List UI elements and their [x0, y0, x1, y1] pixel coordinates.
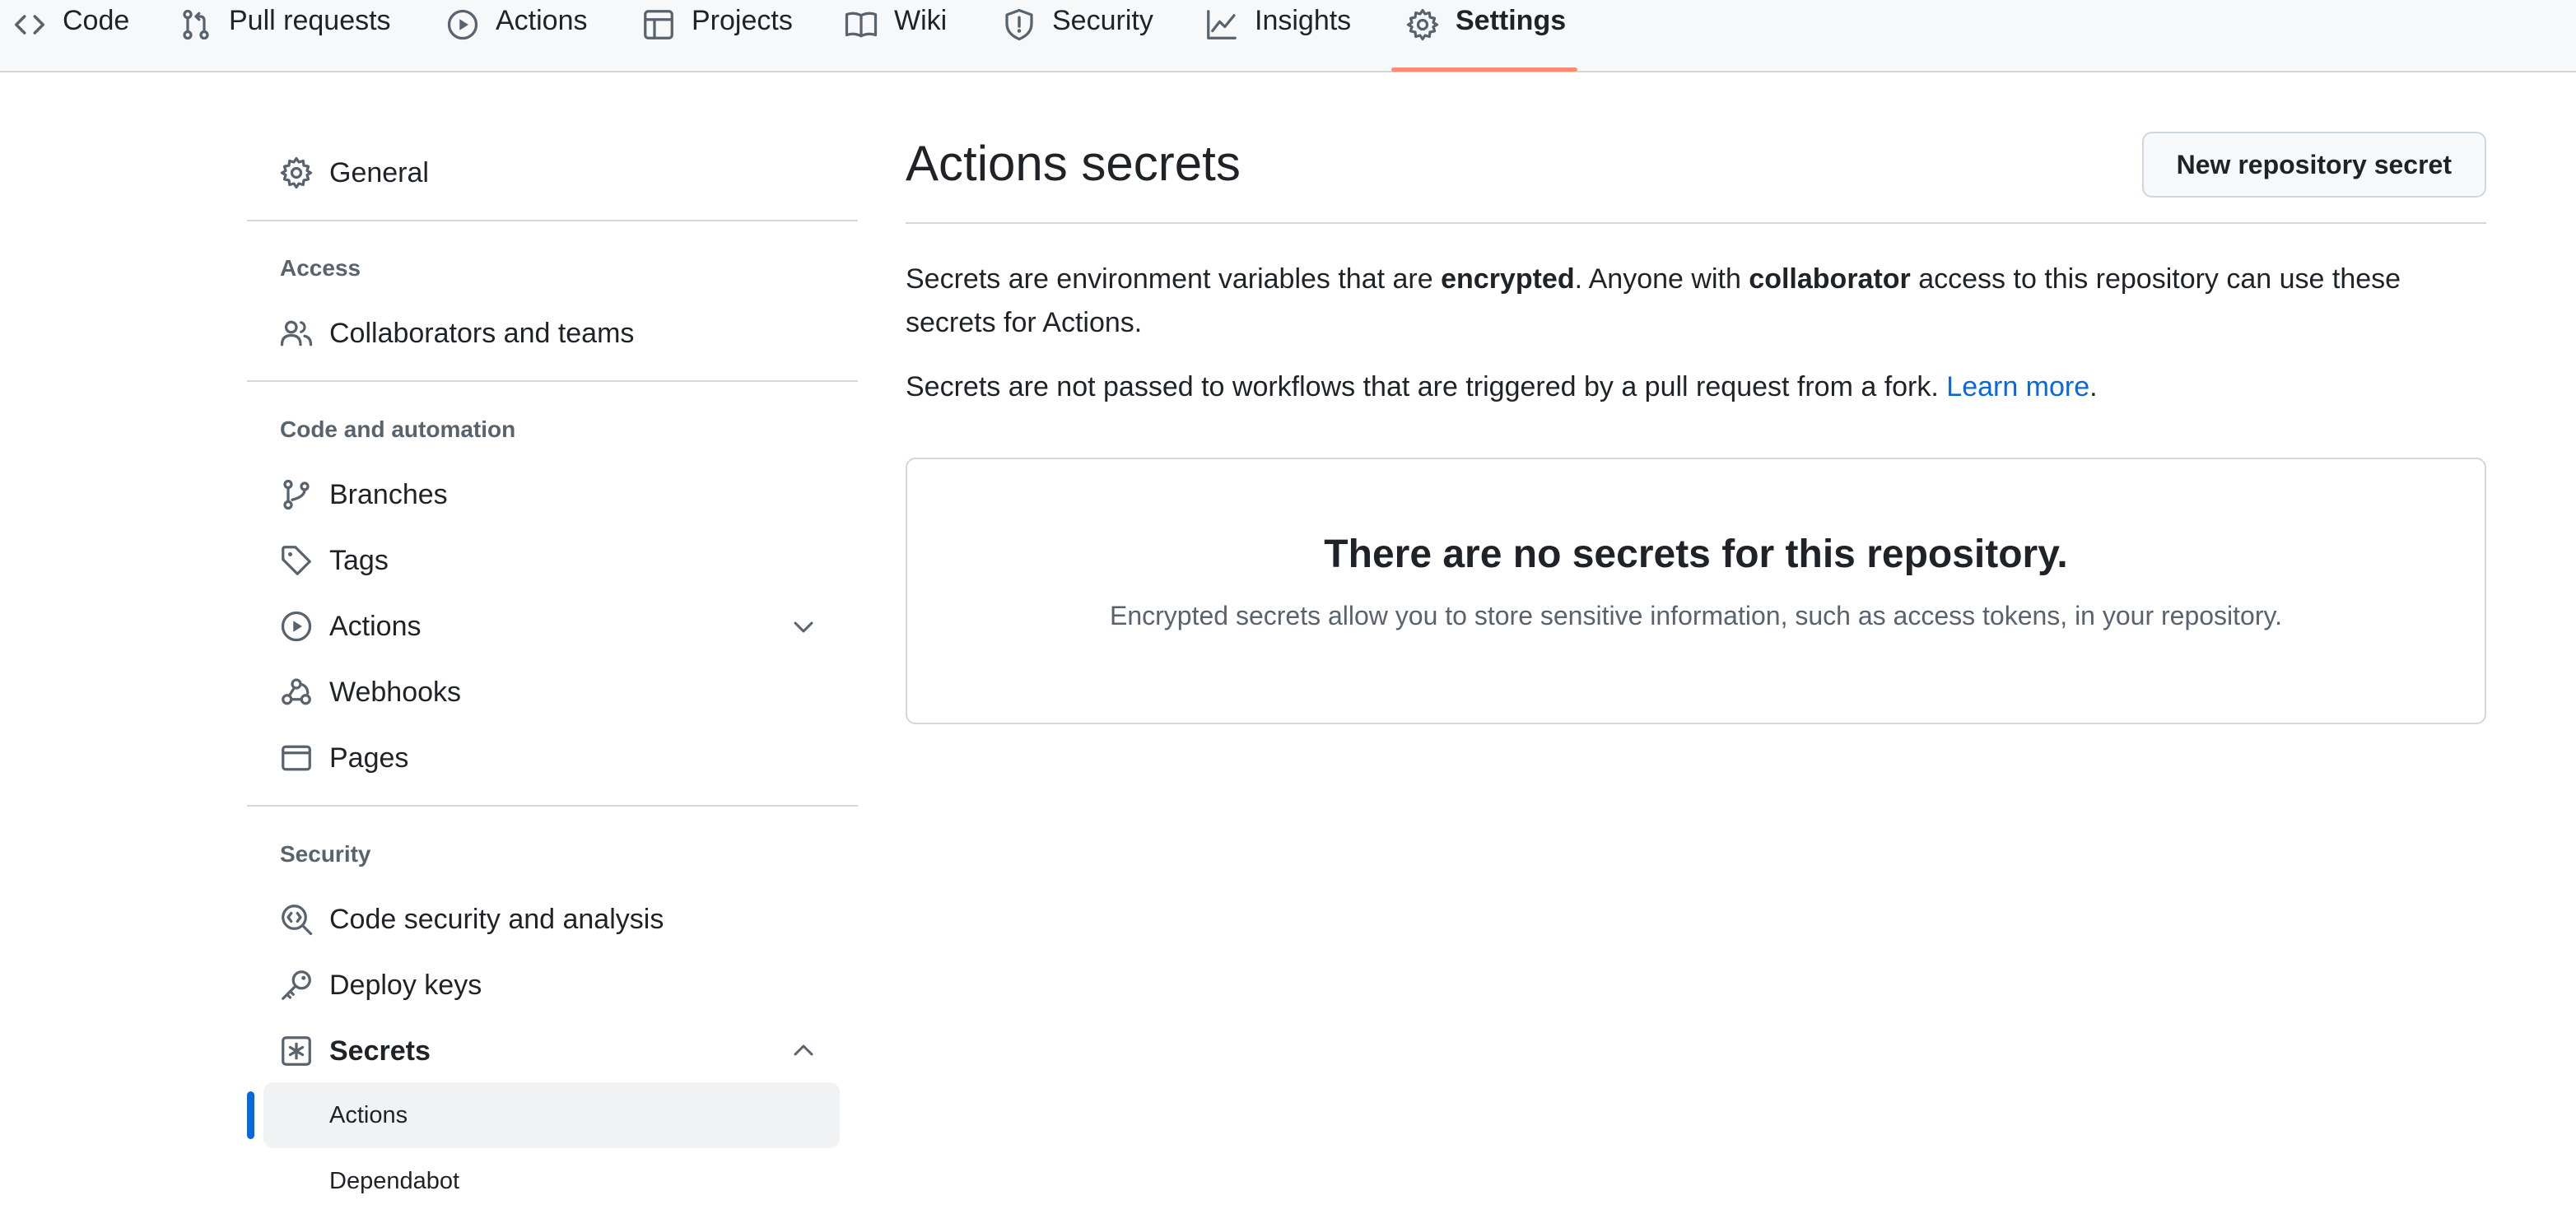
fork-notice-period: . — [2089, 371, 2098, 402]
desc-bold-collaborator: collaborator — [1749, 263, 1911, 295]
play-icon — [281, 611, 312, 642]
sidebar-subitem-label: Actions — [329, 1101, 408, 1128]
tab-wiki[interactable]: Wiki — [845, 0, 947, 72]
chevron-down-icon[interactable] — [790, 613, 817, 640]
fork-notice: Secrets are not passed to workflows that… — [906, 365, 2453, 409]
chevron-up-icon[interactable] — [790, 1038, 817, 1064]
secret-icon — [282, 1036, 311, 1066]
sidebar-item-label: Collaborators and teams — [329, 317, 635, 349]
sidebar-item-label: Actions — [329, 610, 422, 642]
sidebar-subitem-label: Dependabot — [329, 1167, 460, 1194]
browser-icon — [282, 745, 311, 771]
sidebar-subitem-secrets-actions[interactable]: Actions — [263, 1082, 840, 1148]
sidebar-item-collaborators[interactable]: Collaborators and teams — [280, 317, 634, 350]
sidebar-item-secrets[interactable]: Secrets — [280, 1035, 431, 1067]
active-item-indicator — [247, 1091, 254, 1139]
tab-projects-label: Projects — [692, 5, 793, 36]
git-pull-request-icon — [183, 9, 209, 40]
tab-insights[interactable]: Insights — [1205, 0, 1351, 72]
sidebar-item-deploy-keys[interactable]: Deploy keys — [280, 969, 482, 1002]
graph-icon — [1207, 10, 1237, 40]
tab-pull-requests[interactable]: Pull requests — [179, 0, 391, 72]
tab-security[interactable]: Security — [1003, 0, 1153, 72]
sidebar-item-label: Secrets — [329, 1035, 431, 1067]
sidebar-heading-access: Access — [280, 255, 361, 281]
sidebar-item-pages[interactable]: Pages — [280, 742, 408, 774]
table-icon — [644, 10, 673, 40]
title-divider — [906, 222, 2486, 224]
tab-code-label: Code — [63, 5, 130, 36]
page-title: Actions secrets — [906, 136, 1241, 191]
sidebar-item-general[interactable]: General — [280, 156, 429, 189]
book-icon — [845, 12, 878, 38]
empty-state-description: Encrypted secrets allow you to store sen… — [1109, 601, 2283, 630]
sidebar-subitem-secrets-dependabot[interactable]: Dependabot — [263, 1148, 840, 1214]
desc-bold-encrypted: encrypted — [1441, 263, 1575, 295]
tab-settings-label: Settings — [1456, 5, 1567, 36]
sidebar-divider — [247, 805, 858, 807]
gear-icon — [280, 156, 313, 189]
desc-text: . Anyone with — [1574, 263, 1749, 295]
sidebar-item-actions[interactable]: Actions — [280, 610, 422, 643]
sidebar-item-label: Branches — [329, 478, 448, 510]
git-branch-icon — [283, 479, 310, 510]
tab-actions[interactable]: Actions — [446, 0, 588, 72]
sidebar-item-branches[interactable]: Branches — [280, 478, 448, 511]
sidebar-item-tags[interactable]: Tags — [280, 544, 389, 577]
tab-projects[interactable]: Projects — [642, 0, 793, 72]
sidebar-item-label: Webhooks — [329, 676, 462, 708]
gear-icon — [1406, 8, 1439, 41]
learn-more-link[interactable]: Learn more — [1946, 371, 2089, 402]
fork-notice-text: Secrets are not passed to workflows that… — [906, 371, 1947, 402]
empty-state-box: There are no secrets for this repository… — [906, 458, 2486, 724]
repo-nav: Code Pull requests Actions Projects Wiki… — [0, 0, 2576, 72]
sidebar-item-label: Deploy keys — [329, 969, 482, 1001]
sidebar-heading-code-automation: Code and automation — [280, 416, 516, 442]
secrets-description: Secrets are environment variables that a… — [906, 258, 2453, 345]
tab-settings[interactable]: Settings — [1406, 0, 1566, 72]
play-icon — [447, 9, 478, 40]
code-icon — [15, 15, 44, 35]
desc-text: Secrets are environment variables that a… — [906, 263, 1442, 295]
sidebar-item-label: Pages — [329, 742, 409, 774]
shield-icon — [1005, 8, 1033, 41]
empty-state-heading: There are no secrets for this repository… — [1324, 533, 2068, 576]
tab-insights-label: Insights — [1255, 5, 1352, 36]
webhook-icon — [282, 678, 311, 705]
tab-wiki-label: Wiki — [894, 5, 948, 36]
sidebar-item-label: Tags — [329, 544, 389, 576]
sidebar-item-code-security[interactable]: Code security and analysis — [280, 903, 664, 936]
sidebar-item-label: Code security and analysis — [329, 903, 664, 935]
codescan-icon — [282, 905, 313, 936]
new-repository-secret-button[interactable]: New repository secret — [2141, 132, 2486, 198]
tag-icon — [282, 546, 311, 575]
tab-code[interactable]: Code — [13, 0, 129, 72]
sidebar-divider — [247, 380, 858, 382]
key-icon — [282, 970, 311, 1000]
sidebar-divider — [247, 220, 858, 221]
sidebar-item-webhooks[interactable]: Webhooks — [280, 676, 461, 709]
selected-tab-underline — [1391, 67, 1577, 72]
tab-security-label: Security — [1052, 5, 1153, 36]
sidebar-item-label: General — [329, 156, 429, 188]
tab-actions-label: Actions — [496, 5, 588, 36]
sidebar-heading-security: Security — [280, 841, 371, 867]
tab-pull-requests-label: Pull requests — [229, 5, 391, 36]
people-icon — [280, 320, 313, 347]
